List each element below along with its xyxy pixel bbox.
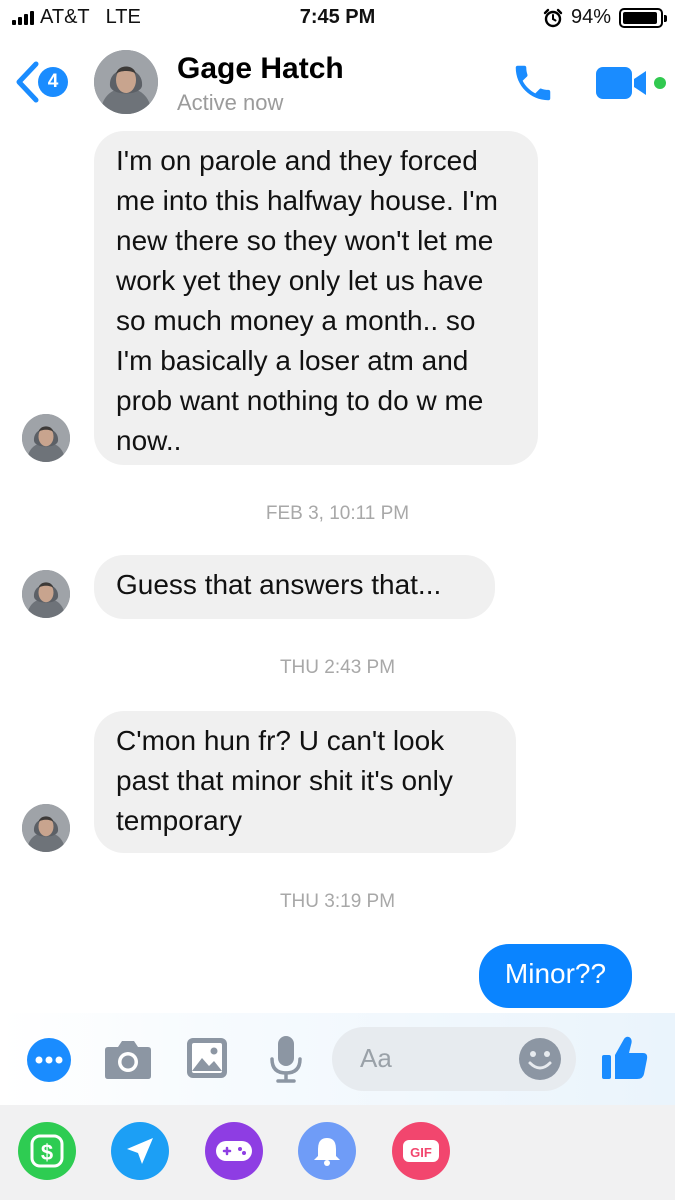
video-call-button[interactable] <box>596 64 668 107</box>
gallery-icon <box>187 1038 227 1078</box>
contact-photo <box>22 414 70 462</box>
location-button[interactable] <box>111 1122 169 1180</box>
conversation-header: 4 Gage Hatch Active now <box>0 38 675 126</box>
contact-photo <box>94 50 158 114</box>
sender-avatar[interactable] <box>22 414 70 462</box>
emoji-button[interactable] <box>518 1037 562 1086</box>
gallery-button[interactable] <box>186 1037 228 1084</box>
more-button[interactable] <box>26 1037 72 1088</box>
unread-badge: 4 <box>38 67 68 97</box>
alarm-clock-icon <box>543 8 563 27</box>
status-right: 94% <box>543 6 667 29</box>
gif-icon: GIF <box>403 1140 439 1162</box>
contact-photo <box>22 804 70 852</box>
gif-button[interactable]: GIF <box>392 1122 450 1180</box>
message-input[interactable]: Aa <box>332 1027 576 1091</box>
message-bubble-incoming[interactable]: Guess that answers that... <box>94 555 495 619</box>
sender-avatar[interactable] <box>22 570 70 618</box>
contact-name[interactable]: Gage Hatch <box>177 52 344 86</box>
back-chevron-icon <box>16 61 39 103</box>
thumbs-up-icon <box>602 1036 648 1079</box>
timestamp-divider: THU 3:19 PM <box>279 891 396 912</box>
message-bubble-outgoing[interactable]: Minor?? <box>479 944 632 1008</box>
games-button[interactable] <box>205 1122 263 1180</box>
battery-percent: 94% <box>570 6 611 28</box>
message-input-placeholder: Aa <box>360 1043 392 1073</box>
message-text: C'mon hun fr? U can't look past that min… <box>116 725 453 836</box>
composer-bar: Aa <box>0 1013 675 1105</box>
contact-avatar[interactable] <box>94 50 158 114</box>
message-bubble-incoming[interactable]: I'm on parole and they forced me into th… <box>94 131 538 465</box>
contact-active-status: Active now <box>177 90 284 115</box>
camera-icon <box>105 1041 151 1079</box>
reminder-button[interactable] <box>298 1122 356 1180</box>
payment-button[interactable]: $ <box>18 1122 76 1180</box>
location-icon <box>127 1138 153 1164</box>
more-icon <box>27 1038 71 1082</box>
gif-label: GIF <box>410 1145 432 1160</box>
reminder-bell-icon <box>314 1138 340 1166</box>
microphone-icon <box>270 1036 302 1083</box>
message-text: I'm on parole and they forced me into th… <box>116 145 498 456</box>
online-dot-icon <box>654 77 666 89</box>
battery-fill <box>623 11 657 24</box>
message-bubble-incoming[interactable]: C'mon hun fr? U can't look past that min… <box>94 711 516 853</box>
emoji-icon <box>519 1038 561 1080</box>
payment-label: $ <box>41 1140 53 1165</box>
sender-avatar[interactable] <box>22 804 70 852</box>
battery-icon <box>619 7 667 28</box>
status-bar: AT&T LTE 7:45 PM 94% <box>0 0 675 38</box>
payment-icon: $ <box>30 1134 64 1168</box>
contact-photo <box>22 570 70 618</box>
phone-icon <box>515 65 551 101</box>
like-button[interactable] <box>600 1033 650 1088</box>
voice-record-button[interactable] <box>268 1035 304 1088</box>
timestamp-divider: FEB 3, 10:11 PM <box>265 503 410 524</box>
message-text: Minor?? <box>504 958 607 989</box>
timestamp-divider: THU 2:43 PM <box>279 657 396 678</box>
back-button[interactable]: 4 <box>14 60 68 104</box>
voice-call-button[interactable] <box>510 60 556 111</box>
extensions-tray: $ GIF <box>0 1105 675 1200</box>
games-icon <box>216 1141 252 1161</box>
message-text: Guess that answers that... <box>116 569 442 600</box>
camera-button[interactable] <box>104 1037 152 1086</box>
video-camera-icon <box>596 67 666 99</box>
